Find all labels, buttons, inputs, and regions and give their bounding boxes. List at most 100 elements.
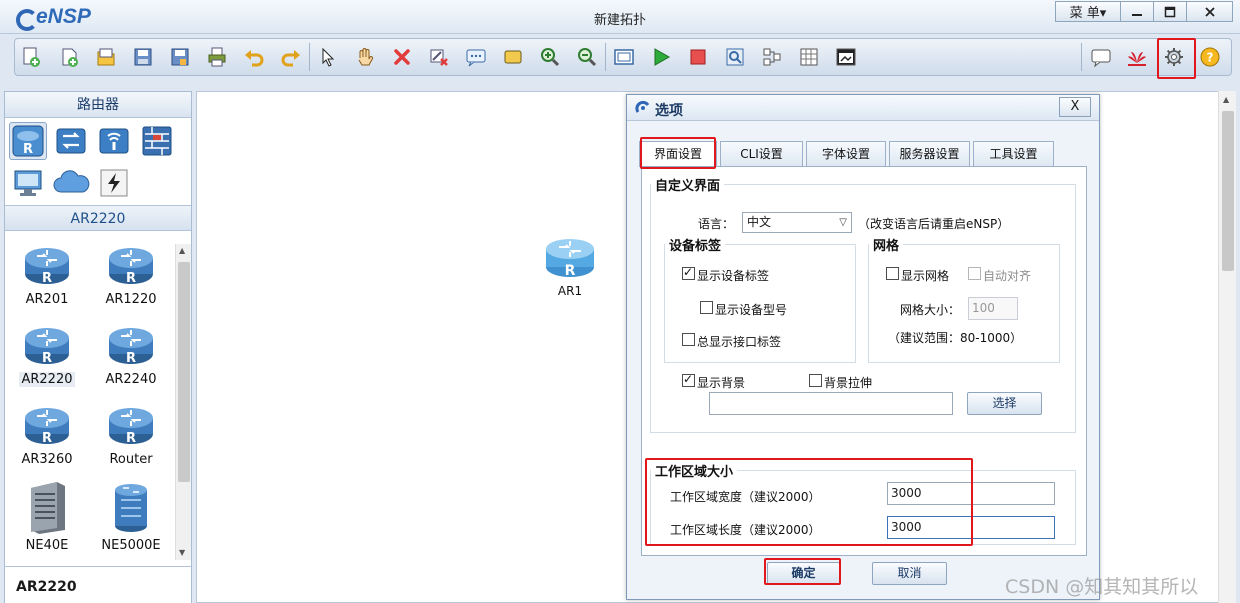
new-template-button[interactable] (56, 44, 82, 70)
show-interface-label-checkbox[interactable] (682, 333, 695, 346)
device-list-scrollbar[interactable]: ▲ ▼ (175, 244, 191, 560)
scrollbar-thumb[interactable] (178, 262, 190, 482)
scroll-up-icon[interactable]: ▲ (179, 246, 185, 255)
device-label: NE5000E (101, 538, 161, 553)
message-button[interactable] (1088, 44, 1114, 70)
huawei-button[interactable] (1124, 44, 1150, 70)
category-wireless[interactable] (95, 122, 133, 160)
help-button[interactable]: ? (1197, 44, 1223, 70)
router-category-icon: R (12, 125, 44, 157)
delete-button[interactable] (389, 44, 415, 70)
device-item-ar2240[interactable]: R AR2240 (89, 324, 173, 402)
selected-device-name: AR2220 (16, 579, 77, 595)
window-title: 新建拓扑 (593, 13, 646, 28)
maximize-button[interactable] (1154, 1, 1187, 22)
scroll-up-icon[interactable]: ▲ (1223, 95, 1229, 104)
select-tool-button[interactable] (315, 44, 341, 70)
add-text-button[interactable] (463, 44, 489, 70)
open-button[interactable] (93, 44, 119, 70)
scrollbar-thumb[interactable] (1222, 111, 1234, 271)
category-link[interactable] (95, 164, 133, 202)
tab-tools[interactable]: 工具设置 (973, 141, 1054, 166)
huawei-logo-icon (1128, 52, 1146, 66)
device-item-ar1220[interactable]: R AR1220 (89, 244, 173, 322)
menu-button[interactable]: 菜 单▾ (1055, 1, 1121, 22)
zoom-out-button[interactable] (574, 44, 600, 70)
chassis-router-icon (31, 482, 65, 534)
canvas-node-label: AR1 (557, 284, 583, 298)
choose-background-button[interactable]: 选择 (967, 392, 1042, 415)
scroll-down-icon[interactable]: ▼ (179, 548, 185, 557)
highlight-workspace-size (645, 458, 973, 546)
new-topology-button[interactable] (18, 44, 44, 70)
print-button[interactable] (204, 44, 230, 70)
tab-font[interactable]: 字体设置 (806, 141, 886, 166)
delete-link-button[interactable] (426, 44, 452, 70)
zoom-in-button[interactable] (537, 44, 563, 70)
show-background-text: 显示背景 (697, 376, 746, 390)
tab-server[interactable]: 服务器设置 (889, 141, 970, 166)
capture-button[interactable] (722, 44, 748, 70)
canvas-scrollbar[interactable]: ▲ (1218, 91, 1236, 603)
router-icon: R (25, 408, 69, 446)
language-select[interactable]: 中文 ▽ (742, 212, 852, 233)
show-background-checkbox[interactable] (682, 372, 695, 387)
background-path-input[interactable] (709, 392, 953, 415)
firewall-category-icon (142, 126, 172, 156)
topology-button[interactable] (759, 44, 785, 70)
show-device-label-checkbox[interactable] (682, 265, 695, 280)
dialog-close-button[interactable]: X (1059, 97, 1091, 117)
category-cloud[interactable] (52, 164, 90, 202)
palette-icon (504, 50, 522, 64)
grid-size-input[interactable]: 100 (968, 297, 1018, 320)
device-label: Router (109, 452, 153, 467)
category-firewall[interactable] (138, 122, 176, 160)
canvas-node-ar1[interactable]: R AR1 (544, 235, 596, 298)
router-icon: R (546, 239, 594, 279)
zoom-in-icon (541, 48, 560, 67)
show-device-model-checkbox[interactable] (700, 301, 713, 314)
auto-align-checkbox[interactable] (968, 267, 981, 280)
router-icon: R (109, 248, 153, 286)
save-button[interactable] (130, 44, 156, 70)
category-header: 路由器 (5, 92, 191, 118)
cancel-button[interactable]: 取消 (872, 562, 947, 585)
device-item-ne5000e[interactable]: NE5000E (89, 480, 173, 558)
save-as-button[interactable] (167, 44, 193, 70)
new-template-icon (62, 48, 78, 67)
svg-text:R: R (42, 431, 52, 446)
svg-text:R: R (23, 142, 33, 157)
svg-text:R: R (565, 263, 576, 279)
terminal-button[interactable] (833, 44, 859, 70)
router-icon: R (109, 408, 153, 446)
category-row-2 (5, 160, 191, 202)
ensp-logo-icon (635, 100, 650, 113)
pan-tool-button[interactable] (352, 44, 378, 70)
palette-button[interactable] (500, 44, 526, 70)
show-grid-checkbox[interactable] (886, 267, 899, 280)
device-item-ar2220[interactable]: R AR2220 (5, 324, 89, 402)
device-item-ar3260[interactable]: R AR3260 (5, 404, 89, 482)
core-router-icon (115, 484, 147, 532)
grid-view-button[interactable] (796, 44, 822, 70)
custom-ui-legend: 自定义界面 (655, 179, 721, 194)
device-item-ar201[interactable]: R AR201 (5, 244, 89, 322)
category-pc[interactable] (9, 164, 47, 202)
start-device-button[interactable] (648, 44, 674, 70)
language-value: 中文 (747, 215, 772, 229)
tab-cli[interactable]: CLI设置 (720, 141, 803, 166)
highlight-settings (1157, 38, 1196, 79)
redo-button[interactable] (278, 44, 304, 70)
minimize-button[interactable] (1121, 1, 1154, 22)
undo-button[interactable] (241, 44, 267, 70)
device-item-ne40e[interactable]: NE40E (5, 480, 89, 558)
close-window-button[interactable] (1187, 1, 1233, 22)
background-stretch-checkbox[interactable] (809, 374, 822, 387)
dialog-title: 选项 (655, 103, 683, 119)
fit-view-button[interactable] (611, 44, 637, 70)
device-item-router[interactable]: R Router (89, 404, 173, 482)
show-device-model-text: 显示设备型号 (715, 303, 788, 317)
stop-device-button[interactable] (685, 44, 711, 70)
category-switch[interactable] (52, 122, 90, 160)
category-router[interactable]: R (9, 122, 47, 160)
